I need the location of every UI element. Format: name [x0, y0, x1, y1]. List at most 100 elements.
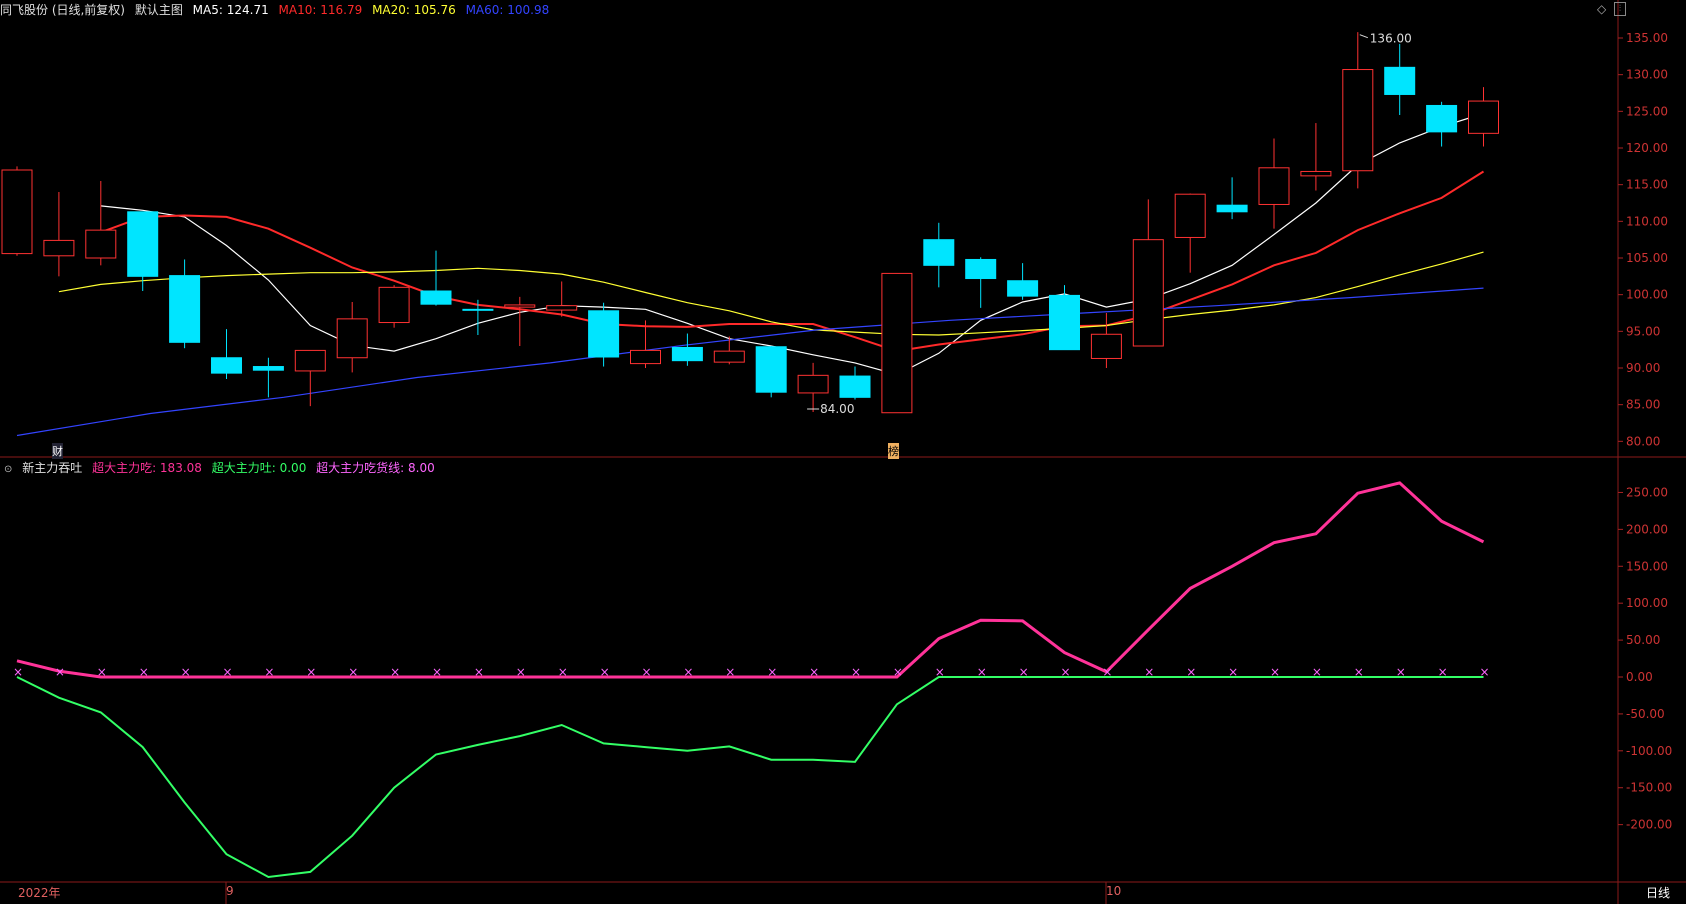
candle-body — [1007, 280, 1039, 297]
main-y-tick-label: 115.00 — [1626, 178, 1668, 192]
candle-body — [169, 275, 201, 343]
eatline-marker: × — [642, 665, 652, 679]
ind-y-tick-label: -50.00 — [1626, 707, 1665, 721]
ind-y-tick-label: 200.00 — [1626, 522, 1668, 536]
ma-line-ma5 — [100, 112, 1484, 376]
main-y-tick-label: 110.00 — [1626, 214, 1668, 228]
high-pointer — [1359, 34, 1368, 39]
candle-body — [1, 169, 33, 255]
eatline-marker: × — [600, 665, 610, 679]
candle-body — [797, 374, 829, 394]
eatline-marker: × — [851, 665, 861, 679]
candle-body — [1258, 167, 1290, 205]
eatline-marker: × — [306, 665, 316, 679]
panel-toggle-icon[interactable]: ⫶ — [1614, 2, 1626, 16]
ind-y-tick-label: 150.00 — [1626, 559, 1668, 573]
candle-body — [671, 346, 703, 362]
candle-body — [1132, 239, 1164, 347]
eatline-marker: × — [13, 665, 23, 679]
month-10-label: 10 — [1106, 884, 1122, 898]
candle-body — [588, 310, 620, 358]
candle-body — [1384, 66, 1416, 95]
ind-y-tick-label: -100.00 — [1626, 744, 1672, 758]
candle-body — [923, 239, 955, 266]
eatline-marker: × — [1186, 665, 1196, 679]
main-y-tick-label: 90.00 — [1626, 361, 1660, 375]
eatline-marker: × — [181, 665, 191, 679]
period-tab[interactable]: 日线 — [1646, 884, 1670, 901]
candle-body — [1300, 170, 1332, 177]
ind-y-tick-label: 100.00 — [1626, 596, 1668, 610]
candle-body — [630, 349, 661, 365]
stock-chart[interactable]: 135.00 130.00 125.00 120.00 115.00 110.00 105.… — [0, 0, 1686, 904]
candle-body — [504, 304, 536, 308]
finance-marker[interactable]: 财 — [52, 443, 63, 459]
eatline-marker: × — [264, 665, 274, 679]
month-9-label: 9 — [226, 884, 234, 898]
main-y-tick-label: 85.00 — [1626, 398, 1660, 412]
main-y-tick-label: 125.00 — [1626, 104, 1668, 118]
candle-body — [378, 286, 410, 324]
main-y-tick-label: 80.00 — [1626, 434, 1660, 448]
year-label: 2022年 — [18, 886, 61, 900]
eatline-marker: × — [1144, 665, 1154, 679]
indicator-line-1 — [16, 676, 1484, 879]
indicator-spit-value: 超大主力吐: 0.00 — [211, 461, 307, 475]
main-chart-header: 同飞股份 (日线,前复权) 默认主图 MA5: 124.71 MA10: 116… — [0, 1, 555, 18]
ind-y-tick-label: -150.00 — [1626, 781, 1672, 795]
ind-y-tick-label: -200.00 — [1626, 818, 1672, 832]
candle-body — [1342, 69, 1374, 172]
candle-body — [713, 350, 745, 363]
indicator-eat-value: 超大主力吃: 183.08 — [92, 461, 202, 475]
eatline-marker: × — [55, 665, 65, 679]
candle-body — [462, 308, 494, 311]
high-label: 136.00 — [1370, 32, 1412, 46]
candle-body — [336, 318, 368, 359]
ind-y-tick-label: 50.00 — [1626, 633, 1660, 647]
ma-line-ma20 — [58, 251, 1484, 336]
candle-body — [839, 375, 871, 398]
ma10-value: MA10: 116.79 — [278, 3, 363, 17]
eatline-marker: × — [1312, 665, 1322, 679]
eatline-marker: × — [1438, 665, 1448, 679]
indicator-settings-icon[interactable]: ⊙ — [4, 464, 12, 475]
eatline-marker: × — [348, 665, 358, 679]
diamond-icon[interactable]: ◇ — [1597, 2, 1606, 16]
rank-marker[interactable]: 榜 — [888, 443, 899, 459]
indicator-eatline-value: 超大主力吃货线: 8.00 — [316, 461, 435, 475]
ind-y-tick-label: 0.00 — [1626, 670, 1653, 684]
main-y-tick-label: 100.00 — [1626, 288, 1668, 302]
eatline-marker: × — [1270, 665, 1280, 679]
indicator-line-0 — [16, 481, 1485, 679]
candle-body — [294, 349, 326, 372]
candle-body — [85, 229, 117, 259]
ma60-value: MA60: 100.98 — [465, 3, 550, 17]
eatline-marker: × — [1354, 665, 1364, 679]
eatline-marker: × — [516, 665, 526, 679]
candle-body — [252, 366, 284, 371]
candle-body — [755, 346, 787, 393]
eatline-marker: × — [977, 665, 987, 679]
main-y-tick-label: 105.00 — [1626, 251, 1668, 265]
eatline-marker: × — [767, 665, 777, 679]
main-chart-label[interactable]: 默认主图 — [135, 3, 183, 17]
ma5-value: MA5: 124.71 — [192, 3, 269, 17]
eatline-marker: × — [809, 665, 819, 679]
ind-y-tick-label: 250.00 — [1626, 485, 1668, 499]
eatline-marker: × — [432, 665, 442, 679]
eatline-marker: × — [683, 665, 693, 679]
candle-body — [1174, 193, 1206, 238]
indicator-name[interactable]: 新主力吞吐 — [22, 461, 82, 475]
low-label: 84.00 — [820, 402, 854, 416]
candle-body — [1468, 100, 1499, 134]
main-y-tick-label: 135.00 — [1626, 31, 1668, 45]
main-y-tick-label: 130.00 — [1626, 68, 1668, 82]
eatline-marker: × — [1061, 665, 1071, 679]
candle-body — [1426, 104, 1458, 133]
eatline-marker: × — [390, 665, 400, 679]
stock-title[interactable]: 同飞股份 (日线,前复权) — [0, 3, 125, 17]
eatline-marker: × — [1480, 665, 1490, 679]
candle-body — [965, 258, 997, 280]
eatline-marker: × — [1228, 665, 1238, 679]
eatline-marker: × — [1102, 665, 1112, 679]
